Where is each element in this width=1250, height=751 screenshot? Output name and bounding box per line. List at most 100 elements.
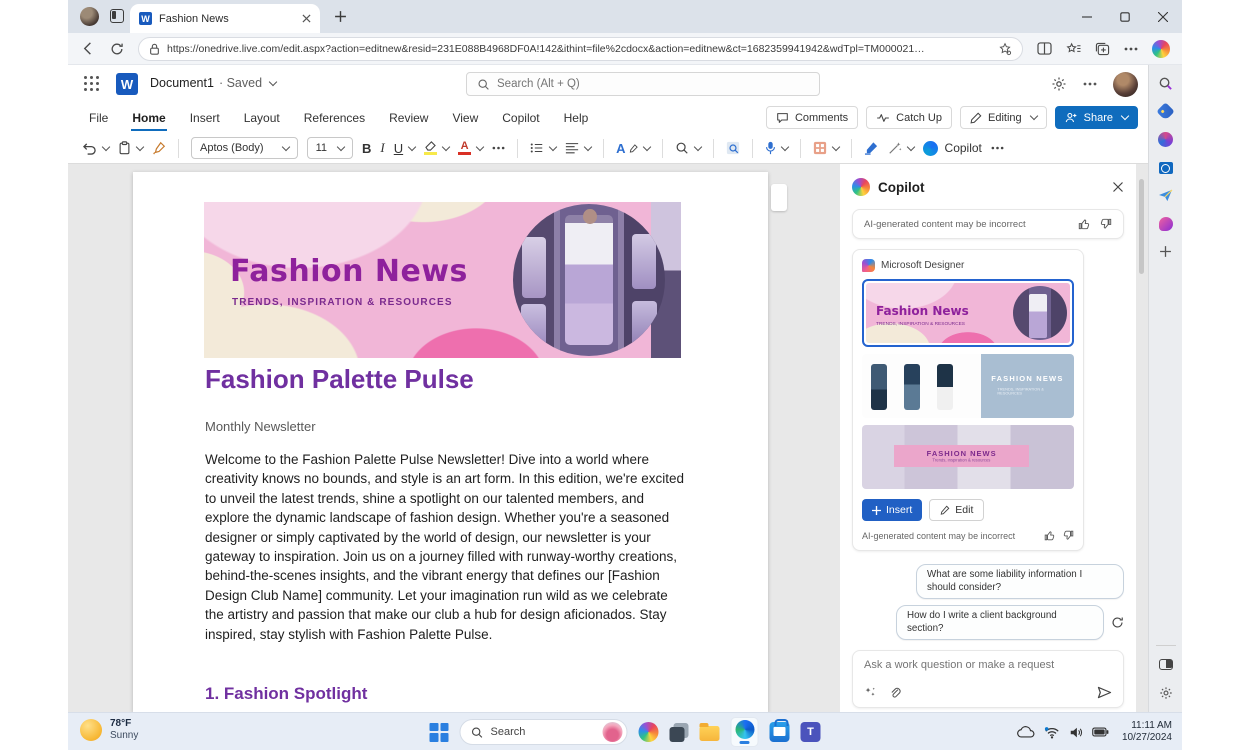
- more-formatting-icon[interactable]: [492, 146, 505, 150]
- word-search-box[interactable]: [466, 72, 820, 96]
- document-page[interactable]: Fashion News TRENDS, INSPIRATION & RESOU…: [133, 172, 768, 712]
- minimize-button[interactable]: [1068, 0, 1106, 33]
- edit-button[interactable]: Edit: [929, 499, 984, 521]
- thumbs-down-icon-2[interactable]: [1063, 530, 1074, 541]
- suggested-prompt-2[interactable]: How do I write a client background secti…: [896, 605, 1104, 640]
- teams-icon[interactable]: T: [801, 722, 821, 742]
- browser-tab[interactable]: W Fashion News: [130, 4, 320, 33]
- sidebar-drop-icon[interactable]: [1156, 186, 1175, 205]
- tab-review[interactable]: Review: [388, 105, 429, 131]
- prompt-sparkle-icon[interactable]: [864, 686, 877, 699]
- copilot-close-icon[interactable]: [1112, 181, 1124, 193]
- format-painter-button[interactable]: [152, 141, 166, 155]
- collections-icon[interactable]: [1094, 41, 1110, 57]
- toolbar-copilot-button[interactable]: Copilot: [923, 141, 982, 156]
- comments-button[interactable]: Comments: [766, 106, 858, 129]
- toolbar-more-icon[interactable]: [991, 146, 1004, 150]
- editing-mode-button[interactable]: Editing: [960, 106, 1047, 129]
- settings-gear-icon[interactable]: [1051, 76, 1067, 92]
- font-name-select[interactable]: Aptos (Body): [191, 137, 298, 159]
- tab-home[interactable]: Home: [131, 105, 166, 131]
- attach-paperclip-icon[interactable]: [889, 686, 902, 699]
- bullets-button[interactable]: [530, 142, 556, 154]
- catch-up-button[interactable]: Catch Up: [866, 106, 952, 129]
- undo-button[interactable]: [82, 142, 109, 155]
- browser-more-icon[interactable]: [1123, 41, 1139, 57]
- refresh-icon[interactable]: [109, 41, 125, 57]
- sidebar-add-icon[interactable]: [1156, 242, 1175, 261]
- maximize-button[interactable]: [1106, 0, 1144, 33]
- task-view-icon[interactable]: [674, 723, 689, 738]
- tab-close-icon[interactable]: [302, 14, 311, 23]
- document-scrollbar[interactable]: [1138, 170, 1145, 706]
- sidebar-shopping-icon[interactable]: [1156, 102, 1175, 121]
- browser-profile-avatar[interactable]: [80, 7, 99, 26]
- design-thumbnail-2[interactable]: FASHION NEWS TRENDS, INSPIRATION & RESOU…: [862, 354, 1074, 418]
- favorites-icon[interactable]: [1065, 41, 1081, 57]
- font-color-button[interactable]: A: [458, 141, 483, 155]
- document-title[interactable]: Document1 · Saved: [150, 76, 276, 90]
- design-thumbnail-3[interactable]: FASHION NEWS Trends, inspiration & resou…: [862, 425, 1074, 489]
- replace-button[interactable]: [726, 141, 740, 155]
- send-icon[interactable]: [1097, 686, 1112, 699]
- dictate-button[interactable]: [765, 141, 788, 155]
- url-field[interactable]: https://onedrive.live.com/edit.aspx?acti…: [138, 37, 1023, 61]
- underline-button[interactable]: U: [394, 141, 415, 156]
- app-launcher-icon[interactable]: [84, 76, 100, 92]
- editor-button[interactable]: [864, 141, 879, 155]
- battery-icon[interactable]: [1092, 727, 1109, 737]
- wifi-icon[interactable]: [1044, 726, 1060, 739]
- paste-button[interactable]: [118, 141, 143, 155]
- sidebar-m365-icon[interactable]: [1156, 130, 1175, 149]
- sidebar-search-icon[interactable]: [1156, 74, 1175, 93]
- suggested-prompt-1[interactable]: What are some liability information I sh…: [916, 564, 1124, 599]
- highlight-button[interactable]: [424, 141, 449, 155]
- line-spacing-button[interactable]: [565, 142, 591, 154]
- find-button[interactable]: [675, 141, 701, 155]
- edge-browser-icon[interactable]: [731, 717, 759, 747]
- page-color-button[interactable]: [813, 141, 839, 155]
- onedrive-cloud-icon[interactable]: [1017, 726, 1035, 738]
- tab-insert[interactable]: Insert: [189, 105, 221, 131]
- sidebar-outlook-icon[interactable]: [1156, 158, 1175, 177]
- tab-view[interactable]: View: [451, 105, 479, 131]
- volume-icon[interactable]: [1069, 726, 1083, 739]
- sidebar-settings-icon[interactable]: [1156, 683, 1175, 702]
- refresh-suggestions-icon[interactable]: [1111, 616, 1124, 629]
- bookmark-settings-icon[interactable]: [998, 42, 1012, 56]
- tab-layout[interactable]: Layout: [243, 105, 281, 131]
- banner-image[interactable]: Fashion News TRENDS, INSPIRATION & RESOU…: [204, 202, 681, 358]
- tab-file[interactable]: File: [88, 105, 109, 131]
- taskbar-clock[interactable]: 11:11 AM 10/27/2024: [1122, 720, 1172, 744]
- thumbs-down-icon[interactable]: [1100, 218, 1112, 230]
- word-search-input[interactable]: [497, 78, 809, 90]
- start-button[interactable]: [430, 723, 449, 742]
- edge-copilot-icon[interactable]: [1152, 40, 1170, 58]
- close-button[interactable]: [1144, 0, 1182, 33]
- copilot-input[interactable]: [864, 659, 1112, 671]
- sidebar-designer-icon[interactable]: [1156, 214, 1175, 233]
- scrollbar-thumb[interactable]: [1139, 179, 1144, 274]
- new-tab-button[interactable]: [332, 8, 348, 24]
- file-explorer-icon[interactable]: [700, 726, 720, 741]
- bold-button[interactable]: B: [362, 141, 371, 156]
- taskbar-weather[interactable]: 78°F Sunny: [80, 718, 138, 742]
- tab-copilot[interactable]: Copilot: [501, 105, 540, 131]
- microsoft-store-icon[interactable]: [770, 722, 790, 742]
- italic-button[interactable]: I: [380, 140, 384, 156]
- sidebar-toggle-icon[interactable]: [1156, 655, 1175, 674]
- copilot-input-card[interactable]: [852, 650, 1124, 708]
- insert-button[interactable]: Insert: [862, 499, 922, 521]
- tab-references[interactable]: References: [303, 105, 366, 131]
- styles-button[interactable]: A: [616, 141, 649, 156]
- account-avatar[interactable]: [1113, 72, 1138, 97]
- thumbs-up-icon[interactable]: [1078, 218, 1090, 230]
- split-screen-icon[interactable]: [1036, 41, 1052, 57]
- magic-wand-button[interactable]: [888, 141, 914, 155]
- page-side-button[interactable]: [771, 184, 787, 211]
- word-logo[interactable]: W: [116, 73, 138, 95]
- thumbs-up-icon-2[interactable]: [1044, 530, 1055, 541]
- tab-help[interactable]: Help: [563, 105, 590, 131]
- font-size-select[interactable]: 11: [307, 137, 353, 159]
- share-button[interactable]: Share: [1055, 106, 1138, 129]
